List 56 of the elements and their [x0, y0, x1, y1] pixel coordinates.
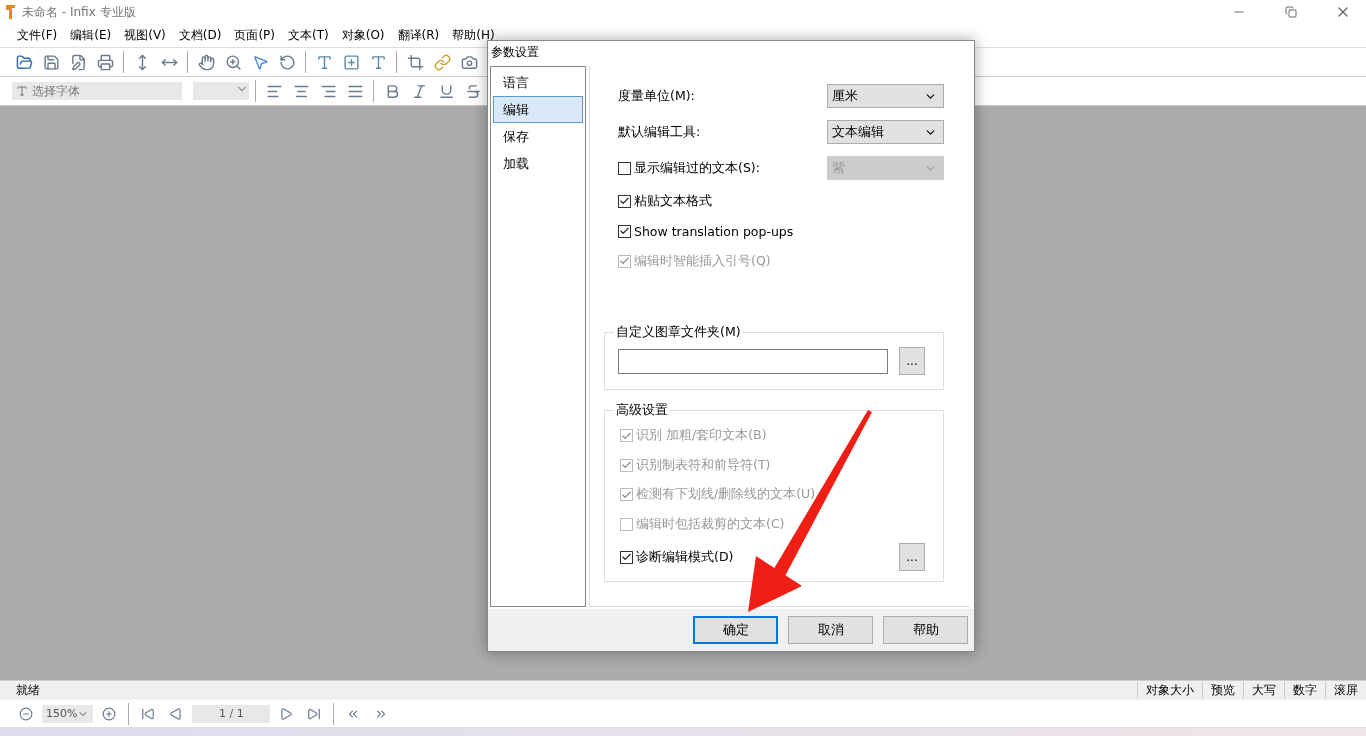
font-field[interactable]: 选择字体 [12, 82, 182, 100]
checkbox[interactable] [620, 550, 633, 564]
checkbox[interactable] [618, 224, 631, 238]
window-title: 未命名 - Infix 专业版 [22, 3, 137, 21]
font-size-field[interactable] [193, 82, 249, 100]
group-title: 自定义图章文件夹(M) [615, 324, 742, 341]
dialog-button[interactable]: 取消 [788, 616, 873, 644]
category-item[interactable]: 加载 [493, 150, 583, 177]
field-label: 默认编辑工具: [618, 123, 701, 141]
browse-button[interactable]: ... [899, 347, 925, 375]
dropdown[interactable]: 文本编辑 [827, 120, 944, 144]
checkbox-label: 显示编辑过的文本(S): [634, 159, 760, 177]
dropdown-value: 文本编辑 [832, 123, 884, 141]
checkbox-label: 识别制表符和前导符(T) [636, 456, 771, 474]
dialog-button[interactable]: 帮助 [883, 616, 968, 644]
status-segment: 对象大小 [1137, 682, 1202, 699]
category-item[interactable]: 语言 [493, 69, 583, 96]
menu-item[interactable]: 页面(P) [229, 25, 280, 46]
font-icon [16, 85, 28, 97]
dropdown-value: 厘米 [832, 87, 858, 105]
zoom-field[interactable]: 150% [42, 704, 94, 723]
checkbox-label: 诊断编辑模式(D) [636, 548, 734, 566]
status-segment: 大写 [1243, 682, 1284, 699]
status-message: 就绪 [15, 682, 41, 699]
menu-item[interactable]: 文本(T) [283, 25, 334, 46]
checkbox-label: 识别 加粗/套印文本(B) [636, 427, 767, 445]
menu-item[interactable]: 对象(O) [336, 25, 390, 46]
menu-item[interactable]: 翻译(R) [392, 25, 445, 46]
dialog-title: 参数设置 [488, 41, 974, 63]
group-title: 高级设置 [615, 402, 669, 419]
category-item[interactable]: 编辑 [493, 96, 583, 123]
checkbox-label: 编辑时智能插入引号(Q) [634, 252, 771, 270]
status-segment: 预览 [1202, 682, 1243, 699]
menu-item[interactable]: 编辑(E) [65, 25, 117, 46]
checkbox-label: 编辑时包括裁剪的文本(C) [636, 515, 785, 533]
font-placeholder: 选择字体 [32, 82, 80, 100]
status-segment: 滚屏 [1325, 682, 1366, 699]
checkbox-label: 检测有下划线/删除线的文本(U) [636, 486, 816, 504]
status-segment: 数字 [1284, 682, 1325, 699]
zoom-value: 150% [46, 707, 78, 720]
page-field[interactable]: 1 / 1 [192, 704, 271, 723]
app-logo-icon [4, 4, 16, 20]
menu-item[interactable]: 文件(F) [12, 25, 63, 46]
checkbox-label: Show translation pop-ups [634, 223, 794, 239]
menu-item[interactable]: 文档(D) [173, 25, 227, 46]
menu-item[interactable]: 视图(V) [119, 25, 171, 46]
checkbox-label: 粘贴文本格式 [634, 192, 712, 210]
restore-icon [1285, 6, 1297, 18]
dropdown[interactable]: 厘米 [827, 84, 944, 108]
checkbox[interactable] [618, 161, 631, 175]
field-label: 度量单位(M): [618, 87, 695, 105]
browse-button[interactable]: ... [899, 543, 925, 571]
folder-path-field[interactable] [618, 348, 888, 374]
checkbox[interactable] [618, 194, 631, 208]
dialog-button[interactable]: 确定 [693, 616, 778, 644]
category-item[interactable]: 保存 [493, 123, 583, 150]
